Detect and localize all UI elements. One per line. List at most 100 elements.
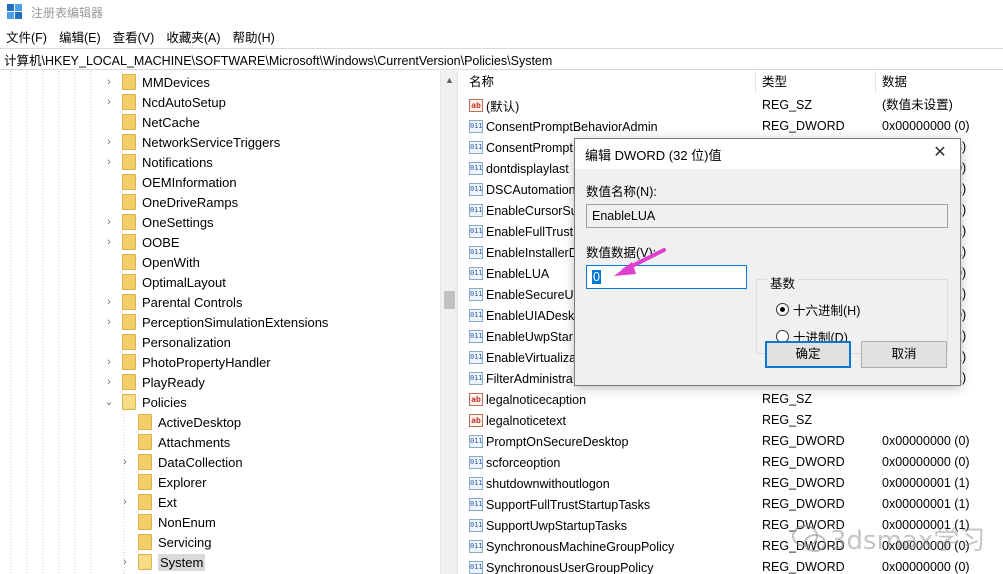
column-name[interactable]: 名称 (463, 71, 756, 93)
tree-item[interactable]: ⌄ Policies (104, 392, 187, 412)
tree-item[interactable]: › Parental Controls (104, 292, 242, 312)
expand-chevron-icon[interactable]: › (104, 237, 114, 248)
value-row[interactable]: 011 SupportFullTrustStartupTasks REG_DWORD… (463, 494, 1003, 515)
value-name-cell[interactable]: ab legalnoticecaption (469, 389, 586, 410)
value-row[interactable]: ab legalnoticecaption REG_SZ (463, 389, 1003, 410)
tree-item-label[interactable]: PhotoPropertyHandler (142, 355, 271, 370)
value-name-cell[interactable]: 011 SynchronousMachineGroupPolicy (469, 536, 674, 557)
value-name[interactable]: EnableSecureUI (486, 288, 577, 302)
value-name-cell[interactable]: 011 EnableVirtualiza (469, 347, 576, 368)
value-name[interactable]: dontdisplaylast (486, 162, 569, 176)
tree-item-label[interactable]: OneDriveRamps (142, 195, 238, 210)
expand-chevron-icon[interactable]: › (104, 137, 114, 148)
value-name[interactable]: ConsentPrompt (486, 141, 573, 155)
tree-item-label[interactable]: MMDevices (142, 75, 210, 90)
tree-item[interactable]: Personalization (104, 332, 231, 352)
expand-chevron-icon[interactable]: › (104, 217, 114, 228)
tree-item[interactable]: › NetworkServiceTriggers (104, 132, 280, 152)
value-row[interactable]: 011 shutdownwithoutlogon REG_DWORD 0x000000… (463, 473, 1003, 494)
tree-item-label[interactable]: Explorer (158, 475, 206, 490)
tree-item-label[interactable]: NcdAutoSetup (142, 95, 226, 110)
value-row[interactable]: 011 PromptOnSecureDesktop REG_DWORD 0x00000… (463, 431, 1003, 452)
tree-item[interactable]: › OOBE (104, 232, 180, 252)
tree-item[interactable]: OpenWith (104, 252, 200, 272)
value-name-cell[interactable]: ab (默认) (469, 95, 519, 116)
tree-item[interactable]: › PlayReady (104, 372, 205, 392)
expand-chevron-icon[interactable]: › (120, 497, 130, 508)
tree-item[interactable]: › OneSettings (104, 212, 214, 232)
value-name-cell[interactable]: 011 FilterAdministra (469, 368, 573, 389)
value-name[interactable]: EnableUIADesk (486, 309, 574, 323)
tree-item[interactable]: NetCache (104, 112, 200, 132)
column-data[interactable]: 数据 (876, 71, 1003, 93)
expand-chevron-icon[interactable]: › (104, 377, 114, 388)
value-name-cell[interactable]: 011 dontdisplaylast (469, 158, 569, 179)
tree-item-label[interactable]: NetCache (142, 115, 200, 130)
menu-edit[interactable]: 编辑(E) (53, 27, 107, 46)
value-name[interactable]: ConsentPromptBehaviorAdmin (486, 120, 658, 134)
value-name[interactable]: SupportFullTrustStartupTasks (486, 498, 650, 512)
tree-item-label[interactable]: Policies (142, 395, 187, 410)
tree-item-label[interactable]: NonEnum (158, 515, 216, 530)
value-name[interactable]: EnableUwpStar (486, 330, 573, 344)
value-row[interactable]: 011 ConsentPromptBehaviorAdmin REG_DWORD 0x… (463, 116, 1003, 137)
tree-item-label[interactable]: Attachments (158, 435, 230, 450)
tree-item-label[interactable]: OneSettings (142, 215, 214, 230)
collapse-chevron-icon[interactable]: ⌄ (104, 397, 114, 408)
tree-item[interactable]: › PerceptionSimulationExtensions (104, 312, 328, 332)
tree-item[interactable]: OneDriveRamps (104, 192, 238, 212)
value-name-cell[interactable]: 011 SupportUwpStartupTasks (469, 515, 627, 536)
scroll-up-icon[interactable]: ▲ (445, 75, 454, 85)
expand-chevron-icon[interactable]: › (104, 97, 114, 108)
tree-item-label[interactable]: System (158, 553, 206, 571)
tree-item-label[interactable]: Parental Controls (142, 295, 242, 310)
tree-item[interactable]: ActiveDesktop (120, 412, 241, 432)
menu-file[interactable]: 文件(F) (0, 27, 53, 46)
expand-chevron-icon[interactable]: › (104, 317, 114, 328)
radio-hex[interactable]: 十六进制(H) (776, 300, 860, 319)
expand-chevron-icon[interactable]: › (104, 77, 114, 88)
tree-scrollbar[interactable]: ▲ (440, 71, 457, 574)
value-row[interactable]: 011 scforceoption REG_DWORD 0x00000000 (0) (463, 452, 1003, 473)
value-row[interactable]: ab legalnoticetext REG_SZ (463, 410, 1003, 431)
tree-item[interactable]: OptimalLayout (104, 272, 226, 292)
menu-favorites[interactable]: 收藏夹(A) (160, 27, 226, 46)
value-name-cell[interactable]: 011 EnableUwpStar (469, 326, 573, 347)
tree-item[interactable]: › DataCollection (120, 452, 243, 472)
value-name[interactable]: EnableVirtualiza (486, 351, 576, 365)
column-type[interactable]: 类型 (756, 71, 876, 93)
value-name-cell[interactable]: 011 EnableSecureUI (469, 284, 577, 305)
value-name[interactable]: scforceoption (486, 456, 560, 470)
tree-item[interactable]: Explorer (120, 472, 206, 492)
close-icon[interactable]: ✕ (928, 141, 952, 165)
tree-item-label[interactable]: NetworkServiceTriggers (142, 135, 280, 150)
value-name[interactable]: DSCAutomation (486, 183, 576, 197)
value-name[interactable]: EnableLUA (486, 267, 549, 281)
address-bar[interactable]: 计算机\HKEY_LOCAL_MACHINE\SOFTWARE\Microsof… (0, 48, 1003, 70)
tree-item-label[interactable]: ActiveDesktop (158, 415, 241, 430)
value-name[interactable]: EnableInstallerD (486, 246, 578, 260)
value-name-cell[interactable]: 011 EnableUIADesk (469, 305, 574, 326)
expand-chevron-icon[interactable]: › (120, 557, 130, 568)
value-row[interactable]: ab (默认) REG_SZ (数值未设置) (463, 95, 1003, 116)
value-name[interactable]: SynchronousMachineGroupPolicy (486, 540, 674, 554)
expand-chevron-icon[interactable]: › (104, 157, 114, 168)
tree-item[interactable]: › NcdAutoSetup (104, 92, 226, 112)
cancel-button[interactable]: 取消 (861, 341, 947, 368)
value-name[interactable]: SupportUwpStartupTasks (486, 519, 627, 533)
value-name[interactable]: EnableFullTrust (486, 225, 573, 239)
value-name-cell[interactable]: 011 EnableCursorSu (469, 200, 578, 221)
value-data-input[interactable]: 0 (586, 265, 747, 289)
value-name-cell[interactable]: 011 ConsentPrompt (469, 137, 573, 158)
tree-item[interactable]: Servicing (120, 532, 211, 552)
tree-item[interactable]: OEMInformation (104, 172, 237, 192)
value-name[interactable]: PromptOnSecureDesktop (486, 435, 628, 449)
value-name-cell[interactable]: 011 EnableInstallerD (469, 242, 578, 263)
value-name[interactable]: legalnoticetext (486, 414, 566, 428)
tree-item-label[interactable]: OEMInformation (142, 175, 237, 190)
expand-chevron-icon[interactable]: › (120, 457, 130, 468)
tree-item-label[interactable]: Servicing (158, 535, 211, 550)
value-name[interactable]: (默认) (486, 96, 519, 115)
address-path[interactable]: 计算机\HKEY_LOCAL_MACHINE\SOFTWARE\Microsof… (4, 50, 552, 69)
value-data-text[interactable]: 0 (592, 270, 601, 284)
